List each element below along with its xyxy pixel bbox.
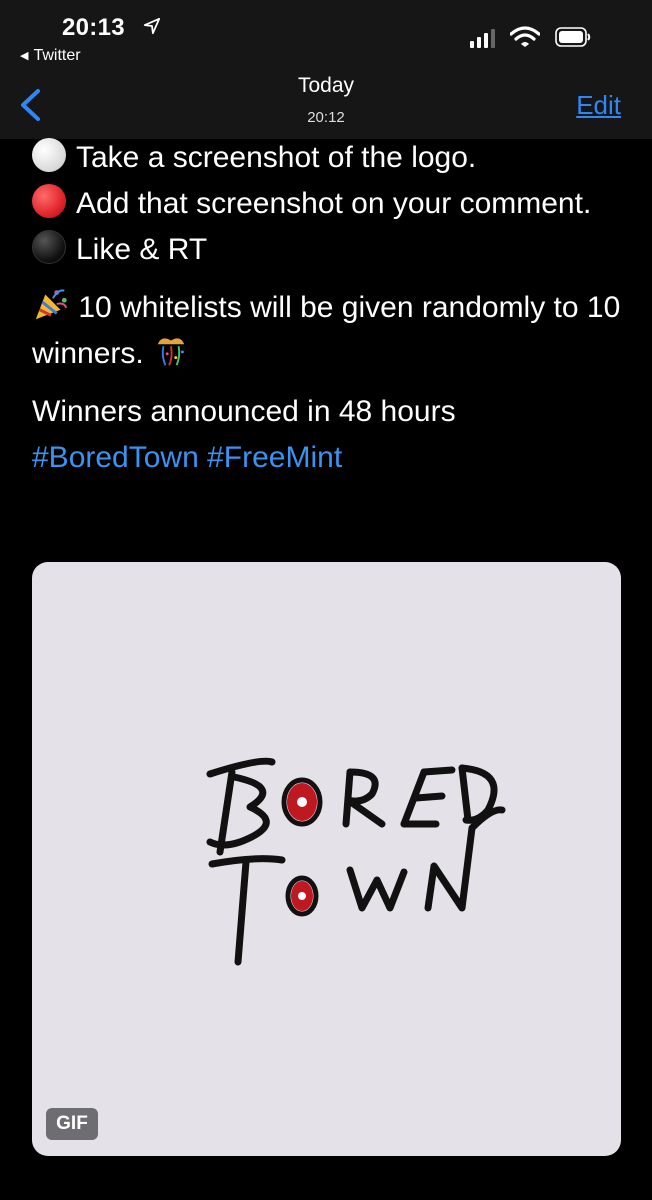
nav-subtitle: 20:12 xyxy=(307,109,345,126)
battery-icon xyxy=(555,27,591,47)
confetti-ball-icon xyxy=(157,338,185,366)
back-app-label: Twitter xyxy=(33,47,81,64)
hashtag-link[interactable]: #FreeMint xyxy=(207,441,342,474)
wifi-icon xyxy=(510,26,540,47)
hashtag-link[interactable]: #BoredTown xyxy=(32,441,199,474)
location-arrow-icon xyxy=(143,17,161,35)
black-circle-icon xyxy=(32,230,66,264)
winners-announcement: Winners announced in 48 hours xyxy=(32,395,456,428)
instruction-1: Take a screenshot of the logo. xyxy=(32,135,632,181)
tweet-text: Take a screenshot of the logo. Add that … xyxy=(32,135,632,481)
gif-badge: GIF xyxy=(46,1108,98,1140)
instruction-3: Like & RT xyxy=(32,227,632,273)
gif-media-card[interactable]: GIF xyxy=(32,562,621,1156)
status-time: 20:13 xyxy=(62,14,125,41)
white-circle-icon xyxy=(32,138,66,172)
nav-title: Today xyxy=(297,74,355,97)
party-popper-icon xyxy=(35,289,68,320)
edit-button[interactable]: Edit xyxy=(576,90,621,121)
hashtags: #BoredTown #FreeMint xyxy=(32,435,632,481)
bored-town-logo xyxy=(206,757,506,966)
red-circle-icon xyxy=(32,184,66,218)
back-triangle-icon: ◀ xyxy=(20,50,29,62)
instruction-2: Add that screenshot on your comment. xyxy=(32,181,632,227)
cellular-signal-icon xyxy=(470,28,496,48)
whitelist-announcement: 10 whitelists will be given randomly to … xyxy=(32,285,632,377)
back-to-app-link[interactable]: ◀ Twitter xyxy=(20,47,81,65)
